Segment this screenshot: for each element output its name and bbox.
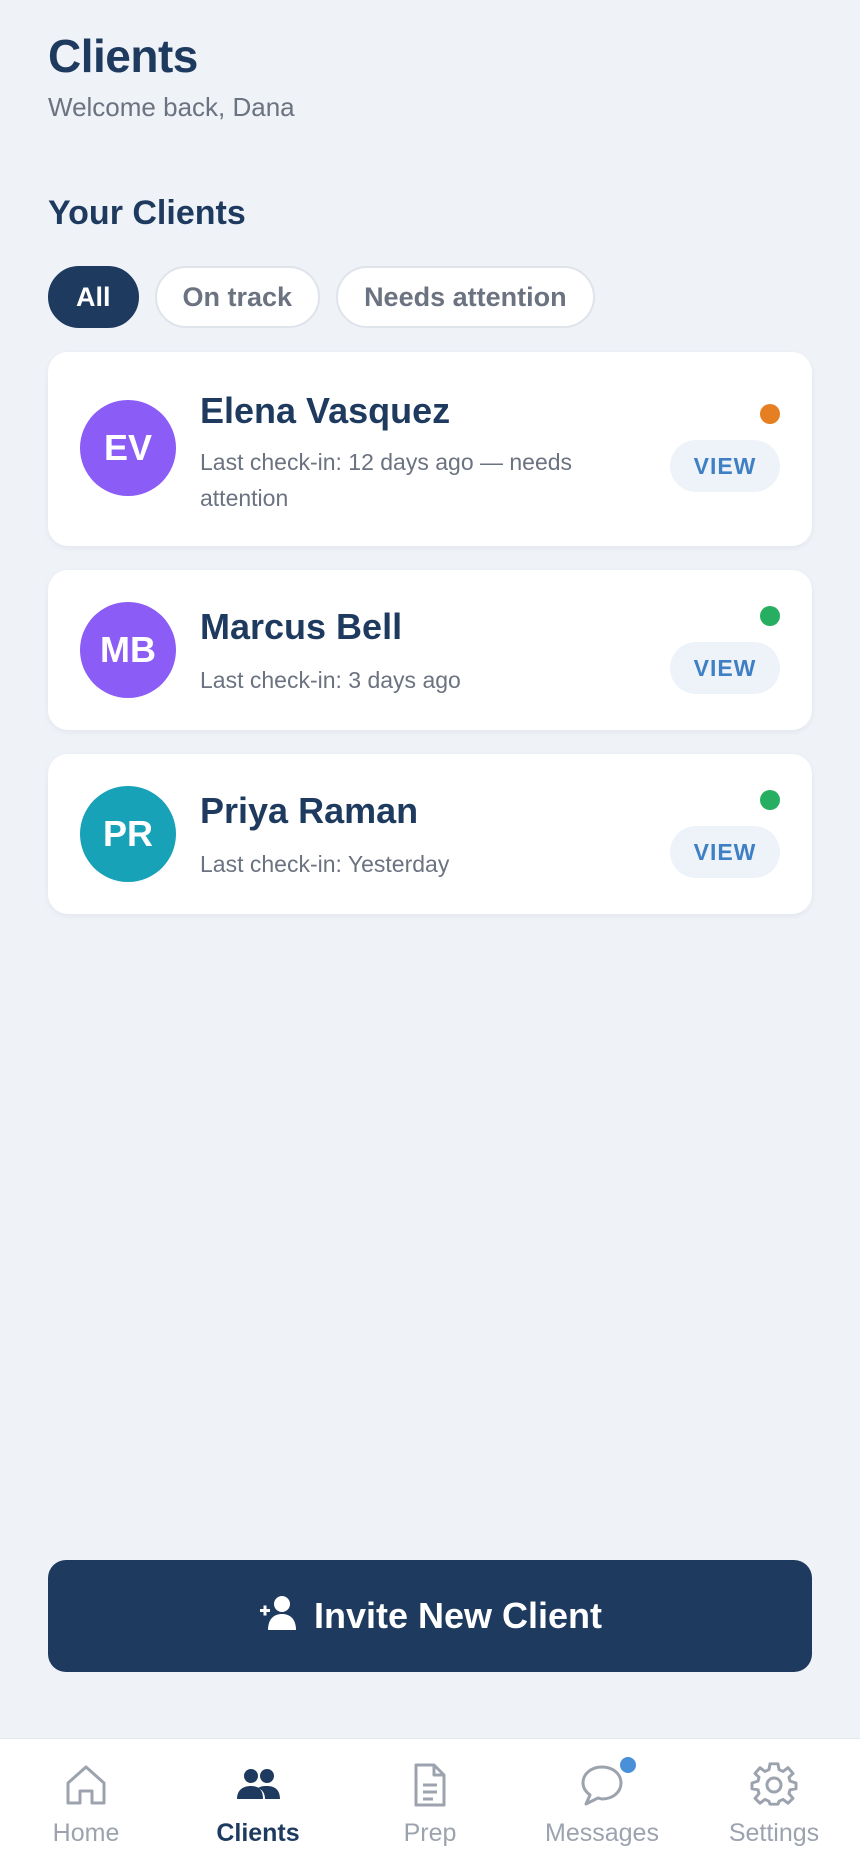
- nav-messages[interactable]: Messages: [516, 1739, 688, 1864]
- nav-settings[interactable]: Settings: [688, 1739, 860, 1864]
- nav-prep[interactable]: Prep: [344, 1739, 516, 1864]
- nav-label: Messages: [545, 1819, 659, 1847]
- filter-on-track[interactable]: On track: [154, 266, 321, 328]
- invite-new-client-button[interactable]: Invite New Client: [48, 1560, 812, 1672]
- nav-home[interactable]: Home: [0, 1739, 172, 1864]
- view-button[interactable]: VIEW: [670, 642, 780, 694]
- unread-badge: [618, 1755, 638, 1775]
- page-title: Clients: [48, 30, 198, 82]
- client-name: Marcus Bell: [200, 606, 403, 647]
- section-title: Your Clients: [48, 194, 246, 232]
- nav-clients[interactable]: Clients: [172, 1739, 344, 1864]
- view-button[interactable]: VIEW: [670, 826, 780, 878]
- chat-icon: [578, 1755, 638, 1809]
- view-button[interactable]: VIEW: [670, 440, 780, 492]
- users-icon: [234, 1761, 282, 1809]
- status-dot: [760, 606, 780, 626]
- client-name: Elena Vasquez: [200, 390, 451, 431]
- welcome-subtitle: Welcome back, Dana: [48, 92, 295, 122]
- last-checkin: Last check-in: Yesterday: [200, 851, 450, 877]
- nav-label: Settings: [728, 1819, 820, 1847]
- filter-all[interactable]: All: [48, 266, 139, 328]
- document-icon: [406, 1761, 454, 1809]
- avatar: EV: [80, 400, 176, 496]
- home-icon: [62, 1761, 110, 1809]
- avatar: MB: [80, 602, 176, 698]
- client-card[interactable]: EV Elena Vasquez Last check-in: 12 days …: [48, 352, 812, 546]
- client-card[interactable]: PR Priya Raman Last check-in: Yesterday …: [48, 754, 812, 914]
- status-dot: [760, 404, 780, 424]
- nav-label: Home: [52, 1819, 120, 1847]
- add-user-icon: [258, 1592, 298, 1641]
- client-card[interactable]: MB Marcus Bell Last check-in: 3 days ago…: [48, 570, 812, 730]
- client-name: Priya Raman: [200, 790, 419, 831]
- last-checkin: Last check-in: 12 days ago — needs atten…: [200, 449, 573, 511]
- status-dot: [760, 790, 780, 810]
- nav-label: Clients: [216, 1819, 300, 1847]
- nav-label: Prep: [403, 1819, 457, 1847]
- page-header: Clients Welcome back, Dana: [48, 28, 295, 123]
- bottom-navigation: Home Clients Prep Messages Settings: [0, 1738, 860, 1864]
- filter-needs-attention[interactable]: Needs attention: [336, 266, 595, 328]
- last-checkin: Last check-in: 3 days ago: [200, 667, 461, 693]
- invite-button-label: Invite New Client: [313, 1595, 603, 1636]
- avatar: PR: [80, 786, 176, 882]
- filter-chips: All On track Needs attention: [48, 266, 595, 328]
- gear-icon: [750, 1761, 798, 1809]
